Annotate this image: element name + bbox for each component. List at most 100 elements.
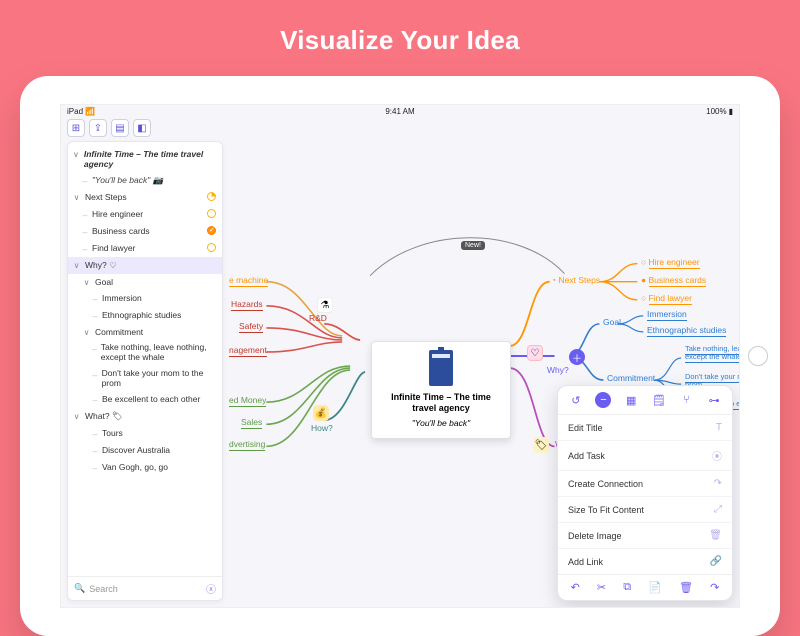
node-hire[interactable]: ○ Hire engineer [641,257,700,267]
view-icon[interactable]: ▤ [111,119,129,137]
task-status-icon[interactable] [207,192,216,203]
center-node[interactable]: Infinite Time – The time travel agency "… [371,341,511,439]
grid-icon[interactable]: ⊞ [67,119,85,137]
node-sales[interactable]: Sales [241,417,262,427]
node-machine[interactable]: e machine [229,275,268,285]
ctx-item-icon: 🗑 [709,530,722,541]
node-take[interactable]: Take nothing, leave nothing, except the … [685,345,740,362]
minus-icon[interactable]: − [595,392,611,408]
panel-icon[interactable]: ◧ [133,119,151,137]
center-subtitle: "You'll be back" [378,418,504,428]
node-why[interactable]: Why? [547,365,569,375]
outline-row[interactable]: –Ethnographic studies [68,307,222,324]
chevron-down-icon[interactable]: ∨ [72,261,81,270]
clear-icon[interactable]: ⓧ [206,581,216,596]
outline-row[interactable]: –"You'll be back" 📷 [68,172,222,189]
bullet-icon: – [82,227,88,237]
ctx-item[interactable]: Create Connection↷ [558,471,732,497]
outline-label: Van Gogh, go, go [102,462,168,472]
note-icon[interactable]: 🗒 [651,392,667,408]
node-biz[interactable]: ● Business cards [641,275,706,285]
node-goal[interactable]: Goal [603,317,621,327]
outline-row[interactable]: ∨Next Steps [68,189,222,206]
ctx-item-label: Create Connection [568,479,643,489]
ctx-item[interactable]: Add Task⦿ [558,441,732,471]
outline-row[interactable]: –Discover Australia [68,442,222,459]
chevron-down-icon[interactable]: ∨ [72,412,81,421]
ctx-item[interactable]: Delete Image🗑 [558,523,732,549]
app-screen: iPad 9:41 AM 100% ⊞ ⇪ ▤ ◧ [60,104,740,608]
outline-row[interactable]: –Immersion [68,290,222,307]
outline-row[interactable]: –Van Gogh, go, go [68,459,222,476]
node-commit[interactable]: Commitment [607,373,655,383]
outline-label: Find lawyer [92,243,135,253]
search-bar[interactable]: 🔍 Search ⓧ [68,576,222,600]
ctx-item-icon: ⦿ [712,448,722,463]
copy-icon[interactable]: ⧉ [623,581,631,594]
outline-row[interactable]: –Be excellent to each other [68,391,222,408]
outline-label: Tours [102,428,123,438]
node-imm[interactable]: Immersion [647,309,687,319]
hero-title: Visualize Your Idea [0,0,800,76]
ctx-item-icon: 🔗 [710,556,722,567]
outline-list[interactable]: ∨Infinite Time – The time travel agency–… [68,142,222,576]
node-eth[interactable]: Ethnographic studies [647,325,726,335]
outline-row[interactable]: ∨Commitment [68,324,222,340]
outline-label: Business cards [92,226,150,236]
chevron-down-icon[interactable]: ∨ [82,278,91,287]
chevron-down-icon[interactable]: ∨ [72,150,80,159]
node-rd[interactable]: R&D [309,313,327,323]
outline-row[interactable]: –Take nothing, leave nothing, except the… [68,340,222,366]
node-law[interactable]: ○ Find lawyer [641,293,692,303]
outline-row[interactable]: –Tours [68,425,222,442]
task-status-icon[interactable] [207,243,216,254]
home-button[interactable] [748,346,768,366]
task-status-icon[interactable] [207,226,216,237]
bullet-icon: – [92,395,98,405]
trash-icon[interactable]: 🗑 [679,581,693,594]
bullet-icon: – [92,370,98,380]
outline-row[interactable]: –Business cards [68,223,222,240]
outline-row[interactable]: ∨Why? ♡ [68,257,222,274]
filter-icon[interactable]: ⑂ [678,392,694,408]
chevron-down-icon[interactable]: ∨ [82,328,91,337]
outline-row[interactable]: –Find lawyer [68,240,222,257]
tardis-icon [429,350,453,386]
bullet-icon: – [82,210,88,220]
undo2-icon[interactable]: ↶ [571,581,580,594]
outline-row[interactable]: ∨Infinite Time – The time travel agency [68,146,222,172]
flask-icon: ⚗ [317,297,333,313]
outline-label: What? 🏷 [85,411,123,422]
chevron-down-icon[interactable]: ∨ [72,193,81,202]
undo-icon[interactable]: ↺ [568,392,584,408]
bullet-icon: – [92,429,98,439]
node-mgmt[interactable]: nagement [229,345,267,355]
node-money[interactable]: ed Money [229,395,266,405]
share-icon[interactable]: ⇪ [89,119,107,137]
outline-label: Discover Australia [102,445,170,455]
redo-icon[interactable]: ↷ [710,581,719,594]
node-adv[interactable]: dvertising [229,439,265,449]
bullet-icon: – [92,344,97,354]
money-icon: 💰 [313,405,329,421]
node-hazards[interactable]: Hazards [231,299,263,309]
outline-row[interactable]: ∨ What? 🏷 [68,408,222,425]
ctx-item[interactable]: Edit TitleT [558,415,732,441]
image-icon[interactable]: ▦ [623,392,639,408]
cut-icon[interactable]: ✂ [597,581,606,594]
top-toolbar: ⊞ ⇪ ▤ ◧ [67,119,151,137]
ctx-item[interactable]: Size To Fit Content⤢ [558,497,732,523]
plus-icon[interactable]: ＋ [569,349,585,365]
ctx-item[interactable]: Add Link🔗 [558,549,732,574]
outline-row[interactable]: ∨Goal [68,274,222,290]
outline-label: Take nothing, leave nothing, except the … [101,343,216,363]
node-nextsteps[interactable]: ◔ Next Steps [551,275,600,285]
wifi-icon [83,107,95,116]
node-safety[interactable]: Safety [239,321,263,331]
link-icon[interactable]: ⊶ [706,392,722,408]
outline-row[interactable]: –Hire engineer [68,206,222,223]
outline-row[interactable]: –Don't take your mom to the prom [68,366,222,392]
paste-icon[interactable]: 📄 [648,581,662,594]
node-how[interactable]: How? [311,423,333,433]
task-status-icon[interactable] [207,209,216,220]
